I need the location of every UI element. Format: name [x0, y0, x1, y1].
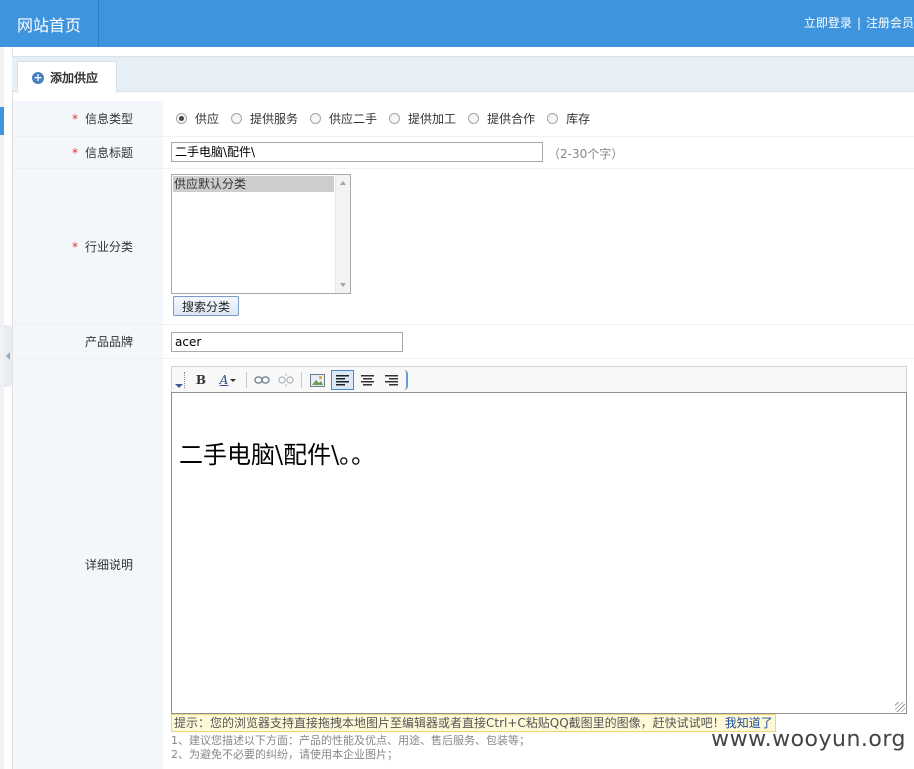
- scroll-down-icon[interactable]: [340, 283, 346, 287]
- info-type-label-text: 信息类型: [84, 112, 133, 126]
- editor-toolbar: B A: [171, 366, 907, 392]
- form-row-brand: 产品品牌 acer: [13, 325, 914, 359]
- listbox-scrollbar[interactable]: [335, 175, 350, 293]
- align-right-icon: [384, 374, 398, 385]
- link-icon: [254, 376, 270, 384]
- title-length-hint: （2-30个字）: [548, 147, 624, 161]
- brand-input[interactable]: acer: [171, 332, 403, 352]
- radio-service[interactable]: 提供服务: [231, 110, 298, 127]
- chevron-down-icon: [230, 378, 237, 382]
- align-center-icon: [360, 374, 374, 385]
- title-field: 二手电脑\配件\ （2-30个字）: [164, 137, 914, 168]
- unlink-icon: [278, 373, 294, 387]
- tip-text: 提示：您的浏览器支持直接拖拽本地图片至编辑器或者直接Ctrl+C粘贴QQ截图里的…: [174, 716, 725, 730]
- toolbar-separator: [301, 372, 302, 388]
- account-links: 立即登录 | 注册会员: [804, 14, 914, 31]
- toolbar-end-bracket: [404, 370, 408, 390]
- category-label: * 行业分类: [13, 169, 163, 324]
- toolbar-collapse-icon[interactable]: [175, 384, 183, 388]
- radio-label: 提供服务: [250, 112, 299, 126]
- radio-label: 提供合作: [487, 112, 536, 126]
- bold-button[interactable]: B: [192, 370, 210, 390]
- radio-button[interactable]: [547, 113, 559, 124]
- align-right-button[interactable]: [380, 370, 402, 390]
- detail-label: 详细说明: [13, 359, 163, 769]
- tab-label: 添加供应: [50, 71, 99, 85]
- category-label-text: 行业分类: [84, 240, 133, 254]
- required-mark: *: [71, 239, 78, 254]
- align-center-button[interactable]: [356, 370, 378, 390]
- detail-field: B A 二手电脑\配件\。。 提示：您的浏览器支持直接拖拽本地图片至编辑器或者直…: [164, 359, 914, 769]
- title-label-text: 信息标题: [84, 146, 133, 160]
- form-row-title: * 信息标题 二手电脑\配件\ （2-30个字）: [13, 137, 914, 169]
- info-type-field: 供应 提供服务 供应二手 提供加工 提供合作 库存: [164, 101, 914, 136]
- left-gutter: [0, 47, 4, 769]
- required-mark: *: [71, 111, 78, 126]
- radio-second-hand[interactable]: 供应二手: [310, 110, 377, 127]
- drag-image-tip: 提示：您的浏览器支持直接拖拽本地图片至编辑器或者直接Ctrl+C粘贴QQ截图里的…: [171, 714, 776, 732]
- plus-circle-icon: +: [32, 70, 44, 84]
- align-left-icon: [336, 374, 349, 385]
- title-input[interactable]: 二手电脑\配件\: [171, 142, 543, 162]
- top-navbar: 网站首页 立即登录 | 注册会员: [0, 0, 914, 47]
- toolbar-grip-icon: [184, 372, 187, 388]
- brand-label: 产品品牌: [13, 325, 163, 358]
- chevron-left-icon: [6, 352, 10, 360]
- radio-cooperation[interactable]: 提供合作: [468, 110, 535, 127]
- radio-button[interactable]: [231, 113, 243, 124]
- editor-content[interactable]: 二手电脑\配件\。。: [179, 435, 375, 470]
- radio-label: 库存: [566, 112, 591, 126]
- font-color-button[interactable]: A: [214, 370, 242, 390]
- radio-processing[interactable]: 提供加工: [389, 110, 456, 127]
- radio-button[interactable]: [468, 113, 480, 124]
- radio-button[interactable]: [176, 113, 187, 124]
- required-mark: *: [71, 145, 78, 160]
- form-row-category: * 行业分类 供应默认分类 搜索分类: [13, 169, 914, 325]
- category-field: 供应默认分类 搜索分类: [164, 169, 914, 324]
- radio-label: 供应二手: [329, 112, 378, 126]
- detail-note: 2、为避免不必要的纠纷，请使用本企业图片；: [171, 748, 398, 761]
- link-separator: |: [856, 16, 861, 30]
- search-category-button[interactable]: 搜索分类: [173, 296, 239, 316]
- tab-add-supply[interactable]: + 添加供应: [17, 61, 117, 93]
- radio-button[interactable]: [389, 113, 401, 124]
- font-color-icon: A: [219, 373, 229, 387]
- category-option[interactable]: 供应默认分类: [173, 176, 334, 192]
- link-button[interactable]: [251, 370, 273, 390]
- insert-image-button[interactable]: [306, 370, 328, 390]
- login-link[interactable]: 立即登录: [804, 16, 852, 30]
- form-row-detail: 详细说明 B A 二手电脑\配件\。。 提示：您的浏览器支持直接拖拽本地图片至编…: [13, 359, 914, 769]
- brand-field: acer: [164, 325, 914, 358]
- tab-bar: + 添加供应: [12, 56, 914, 93]
- radio-inventory[interactable]: 库存: [547, 110, 590, 127]
- scroll-up-icon[interactable]: [340, 181, 346, 185]
- radio-supply[interactable]: 供应: [176, 110, 219, 127]
- register-link[interactable]: 注册会员: [866, 16, 914, 30]
- detail-label-text: 详细说明: [84, 557, 133, 572]
- resize-handle-icon[interactable]: [895, 702, 905, 712]
- rich-text-editor[interactable]: 二手电脑\配件\。。: [171, 392, 907, 714]
- category-listbox[interactable]: 供应默认分类: [171, 174, 351, 294]
- align-left-button[interactable]: [331, 370, 354, 390]
- home-link[interactable]: 网站首页: [0, 0, 99, 47]
- sidebar-collapse-handle[interactable]: [4, 325, 12, 387]
- info-type-label: * 信息类型: [13, 101, 163, 136]
- title-label: * 信息标题: [13, 137, 163, 168]
- toolbar-separator: [246, 372, 247, 388]
- radio-button[interactable]: [310, 113, 322, 124]
- radio-label: 供应: [195, 112, 220, 126]
- gutter-highlight: [0, 107, 4, 135]
- unlink-button[interactable]: [275, 370, 297, 390]
- image-icon: [309, 373, 325, 387]
- radio-label: 提供加工: [408, 112, 457, 126]
- info-type-radio-group: 供应 提供服务 供应二手 提供加工 提供合作 库存: [176, 110, 602, 127]
- watermark: www.wooyun.org: [711, 727, 906, 752]
- form-row-info-type: * 信息类型 供应 提供服务 供应二手 提供加工 提供合作 库存: [13, 101, 914, 137]
- brand-label-text: 产品品牌: [84, 335, 133, 349]
